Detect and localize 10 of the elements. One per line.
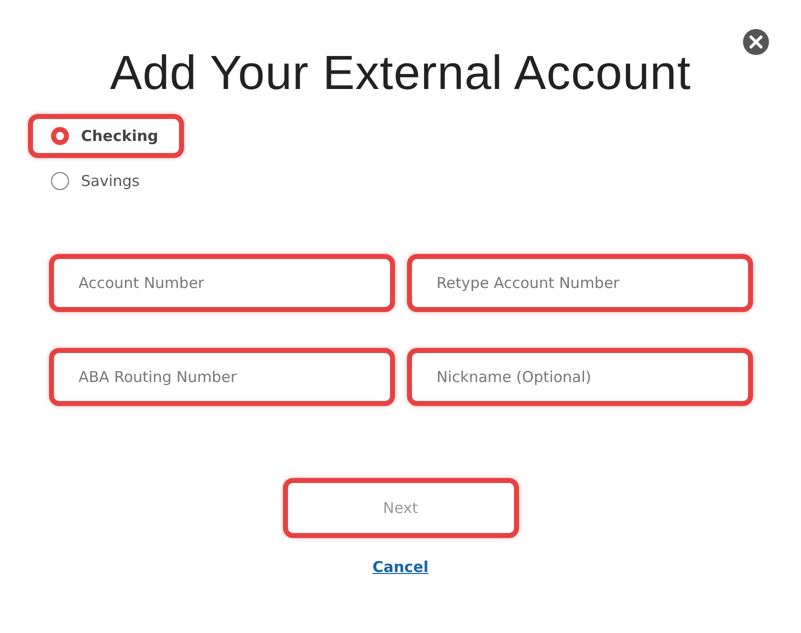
input-field[interactable]: ABA Routing Number <box>48 348 394 406</box>
input-field[interactable]: Nickname (Optional) <box>406 348 752 406</box>
input-field[interactable]: Account Number <box>48 254 394 312</box>
input-field[interactable]: Retype Account Number <box>406 254 752 312</box>
radio-option[interactable]: Savings <box>28 164 184 198</box>
close-button[interactable] <box>743 29 769 55</box>
cancel-link[interactable]: Cancel <box>372 558 428 576</box>
radio-option[interactable]: Checking <box>28 114 184 158</box>
close-icon <box>743 29 769 55</box>
dialog-title: Add Your External Account <box>110 46 691 102</box>
